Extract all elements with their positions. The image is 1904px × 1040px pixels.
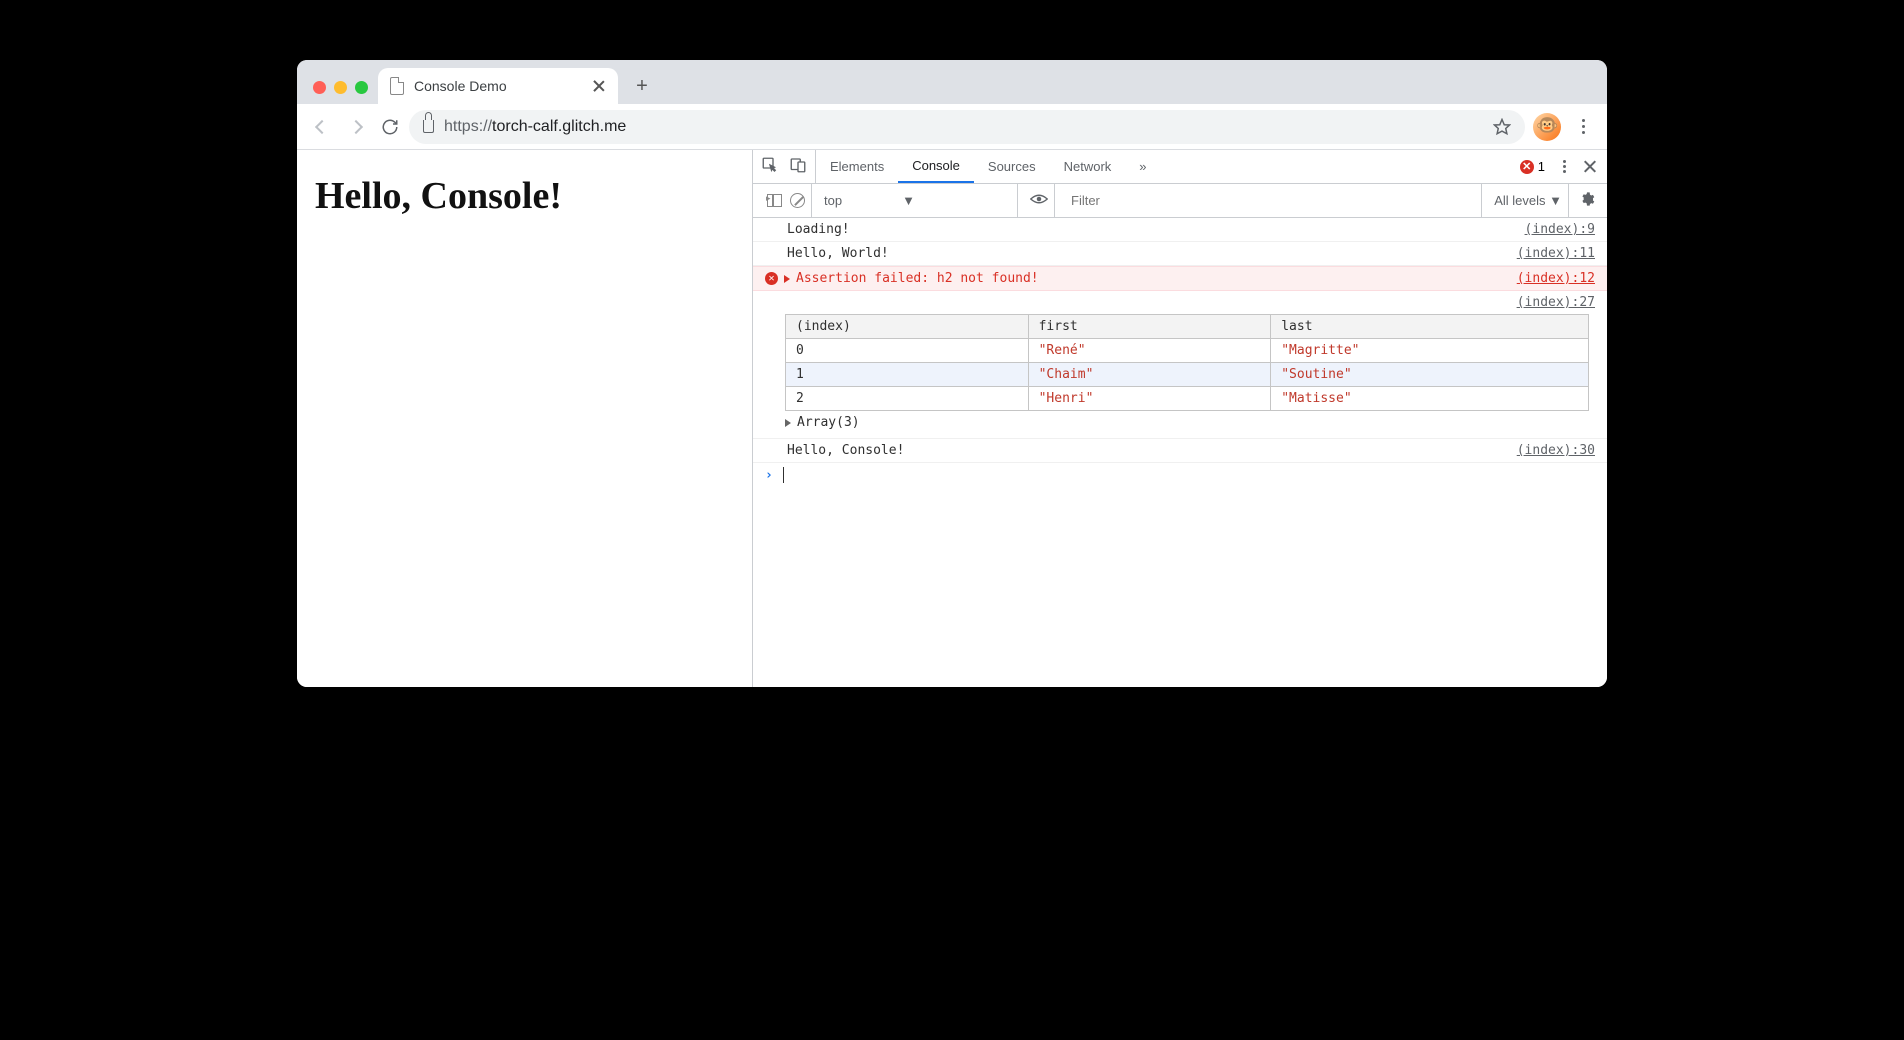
devtools-tabs: Elements Console Sources Network » — [816, 150, 1161, 183]
live-expression-icon[interactable] — [1030, 192, 1048, 209]
window-controls — [307, 81, 378, 104]
text-cursor — [783, 467, 784, 483]
source-link[interactable]: (index):30 — [1517, 443, 1595, 458]
array-summary[interactable]: Array(3) — [763, 411, 1607, 434]
table-row: 1 "Chaim" "Soutine" — [786, 363, 1589, 387]
clear-console-icon[interactable] — [790, 193, 805, 208]
browser-tab[interactable]: Console Demo — [378, 68, 618, 104]
execution-context-select[interactable]: top ▼ — [824, 193, 915, 208]
url-text: https://torch-calf.glitch.me — [444, 118, 626, 136]
tab-console[interactable]: Console — [898, 150, 974, 183]
minimize-window-button[interactable] — [334, 81, 347, 94]
table-row: 2 "Henri" "Matisse" — [786, 387, 1589, 411]
back-button[interactable] — [307, 112, 337, 142]
source-link[interactable]: (index):11 — [1517, 246, 1595, 261]
close-window-button[interactable] — [313, 81, 326, 94]
expand-triangle-icon[interactable] — [784, 275, 790, 283]
console-sidebar-toggle-icon[interactable] — [767, 194, 782, 207]
tab-elements[interactable]: Elements — [816, 150, 898, 183]
chevron-down-icon: ▼ — [902, 193, 915, 208]
reload-button[interactable] — [375, 112, 405, 142]
table-row: 0 "René" "Magritte" — [786, 339, 1589, 363]
console-table: (index) first last 0 "René" "Magritte" — [785, 314, 1589, 411]
address-bar[interactable]: https://torch-calf.glitch.me — [409, 110, 1525, 144]
devtools-panel: Elements Console Sources Network » ✕ 1 — [752, 150, 1607, 687]
source-link[interactable]: (index):27 — [1517, 295, 1595, 310]
page-heading: Hello, Console! — [315, 174, 734, 218]
page-viewport: Hello, Console! — [297, 150, 752, 687]
console-toolbar: top ▼ All levels ▼ — [753, 184, 1607, 218]
profile-avatar[interactable] — [1533, 113, 1561, 141]
new-tab-button[interactable]: + — [628, 72, 656, 100]
close-devtools-button[interactable] — [1583, 160, 1597, 174]
table-header[interactable]: first — [1028, 315, 1271, 339]
source-link[interactable]: (index):9 — [1525, 222, 1595, 237]
tab-title: Console Demo — [414, 78, 507, 94]
console-output: Loading! (index):9 Hello, World! (index)… — [753, 218, 1607, 687]
tab-strip: Console Demo + — [297, 60, 1607, 104]
log-row: Hello, World! (index):11 — [753, 242, 1607, 266]
log-row: Loading! (index):9 — [753, 218, 1607, 242]
forward-button[interactable] — [341, 112, 371, 142]
table-log: (index):27 (index) first last 0 "René" "… — [753, 291, 1607, 439]
inspect-element-icon[interactable] — [761, 156, 779, 177]
source-link[interactable]: (index):12 — [1517, 271, 1595, 286]
close-tab-button[interactable] — [592, 79, 606, 93]
lock-icon — [423, 120, 434, 133]
toolbar: https://torch-calf.glitch.me — [297, 104, 1607, 150]
devtools-menu-button[interactable] — [1555, 158, 1573, 176]
tab-network[interactable]: Network — [1050, 150, 1126, 183]
tab-sources[interactable]: Sources — [974, 150, 1050, 183]
log-levels-select[interactable]: All levels ▼ — [1494, 193, 1562, 208]
console-prompt[interactable]: › — [753, 463, 1607, 487]
table-header[interactable]: last — [1271, 315, 1589, 339]
filter-input[interactable] — [1067, 191, 1475, 210]
error-icon: ✕ — [1520, 160, 1534, 174]
error-count-badge[interactable]: ✕ 1 — [1520, 159, 1545, 174]
content-area: Hello, Console! Elements Console Sources… — [297, 150, 1607, 687]
browser-menu-button[interactable] — [1569, 113, 1597, 141]
page-icon — [390, 77, 404, 95]
maximize-window-button[interactable] — [355, 81, 368, 94]
error-icon: ✕ — [765, 272, 778, 285]
browser-window: Console Demo + https://torch-calf.glitch… — [297, 60, 1607, 687]
console-settings-icon[interactable] — [1575, 191, 1599, 210]
error-row: ✕ Assertion failed: h2 not found! (index… — [753, 266, 1607, 291]
device-toolbar-icon[interactable] — [789, 156, 807, 177]
more-tabs-button[interactable]: » — [1125, 150, 1160, 183]
log-row: Hello, Console! (index):30 — [753, 439, 1607, 463]
devtools-tabbar: Elements Console Sources Network » ✕ 1 — [753, 150, 1607, 184]
bookmark-star-icon[interactable] — [1493, 118, 1511, 136]
expand-triangle-icon — [785, 419, 791, 427]
table-header[interactable]: (index) — [786, 315, 1029, 339]
prompt-chevron-icon: › — [765, 468, 773, 483]
